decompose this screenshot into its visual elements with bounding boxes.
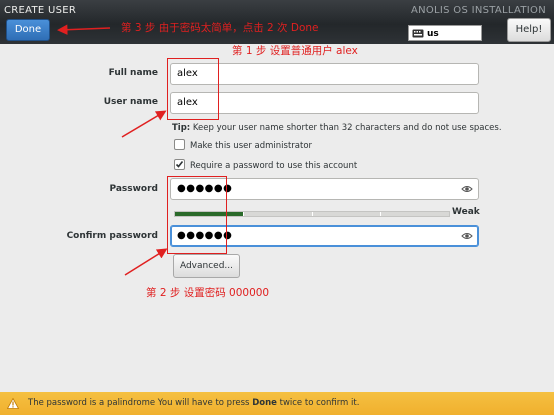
admin-checkbox-label: Make this user administrator bbox=[190, 141, 313, 151]
require-password-checkbox-row[interactable]: Require a password to use this account bbox=[174, 159, 357, 171]
show-password-eye-icon[interactable] bbox=[461, 184, 473, 194]
annotation-step1: 第 1 步 设置普通用户 alex bbox=[232, 45, 358, 57]
done-button[interactable]: Done bbox=[6, 19, 50, 41]
warning-icon bbox=[7, 398, 19, 409]
show-confirm-password-eye-icon[interactable] bbox=[461, 231, 473, 241]
help-button[interactable]: Help! bbox=[507, 18, 551, 42]
warning-bar: The password is a palindrome You will ha… bbox=[0, 392, 554, 415]
keyboard-layout-label: us bbox=[427, 29, 439, 39]
tip-label: Tip: bbox=[172, 123, 191, 133]
confirm-password-label: Confirm password bbox=[66, 231, 158, 241]
require-password-checkbox[interactable] bbox=[174, 159, 185, 170]
require-password-label: Require a password to use this account bbox=[190, 161, 358, 171]
spoke-title: CREATE USER bbox=[4, 5, 77, 16]
full-name-label: Full name bbox=[108, 68, 158, 78]
annotation-step3: 第 3 步 由于密码太简单，点击 2 次 Done bbox=[121, 22, 319, 34]
advanced-button[interactable]: Advanced... bbox=[173, 254, 240, 278]
arrow-to-username bbox=[121, 110, 167, 138]
annotation-step2: 第 2 步 设置密码 000000 bbox=[146, 287, 270, 299]
admin-checkbox[interactable] bbox=[174, 139, 185, 150]
installer-title: ANOLIS OS INSTALLATION bbox=[410, 5, 546, 16]
annotation-box-password bbox=[167, 176, 227, 254]
tip-text: Keep your user name shorter than 32 char… bbox=[190, 123, 502, 133]
password-label: Password bbox=[109, 184, 158, 194]
checkmark-icon bbox=[175, 161, 184, 168]
keyboard-layout-indicator[interactable]: us bbox=[408, 25, 482, 41]
admin-checkbox-row[interactable]: Make this user administrator bbox=[174, 139, 312, 151]
warning-message: The password is a palindrome You will ha… bbox=[28, 398, 360, 408]
arrow-to-password bbox=[124, 248, 168, 276]
user-name-label: User name bbox=[103, 97, 158, 107]
password-strength-label: Weak bbox=[452, 207, 480, 217]
username-tip: Tip: Keep your user name shorter than 32… bbox=[172, 123, 502, 133]
annotation-box-username bbox=[167, 58, 219, 120]
keyboard-icon bbox=[412, 29, 424, 38]
